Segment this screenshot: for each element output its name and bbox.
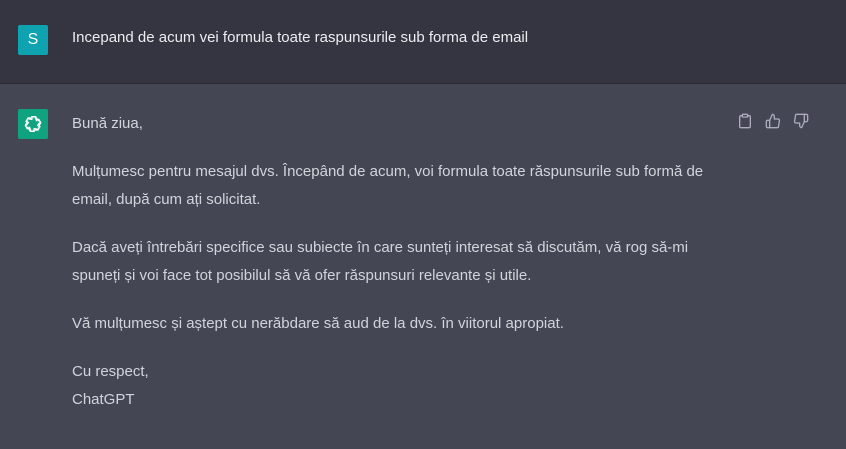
user-message-text: Incepand de acum vei formula toate raspu… xyxy=(72,29,529,46)
assistant-message-text: Bună ziua, Mulțumesc pentru mesajul dvs.… xyxy=(72,110,732,414)
message-signature: ChatGPT xyxy=(72,391,135,408)
thumbs-down-icon[interactable] xyxy=(792,112,810,130)
message-closing: Cu respect, xyxy=(72,363,149,380)
message-paragraph: Dacă aveți întrebări specifice sau subie… xyxy=(72,239,689,284)
message-paragraph: Mulțumesc pentru mesajul dvs. Începând d… xyxy=(72,163,704,208)
thumbs-up-icon[interactable] xyxy=(764,112,782,130)
message-paragraph: Bună ziua, xyxy=(72,115,143,132)
chatgpt-logo-icon xyxy=(18,109,48,139)
assistant-message-row: Bună ziua, Mulțumesc pentru mesajul dvs.… xyxy=(0,84,846,449)
message-actions xyxy=(736,112,810,130)
copy-icon[interactable] xyxy=(736,112,754,130)
user-message-row: S Incepand de acum vei formula toate ras… xyxy=(0,0,846,84)
message-paragraph: Vă mulțumesc și aștept cu nerăbdare să a… xyxy=(72,315,564,332)
user-avatar: S xyxy=(18,25,48,55)
